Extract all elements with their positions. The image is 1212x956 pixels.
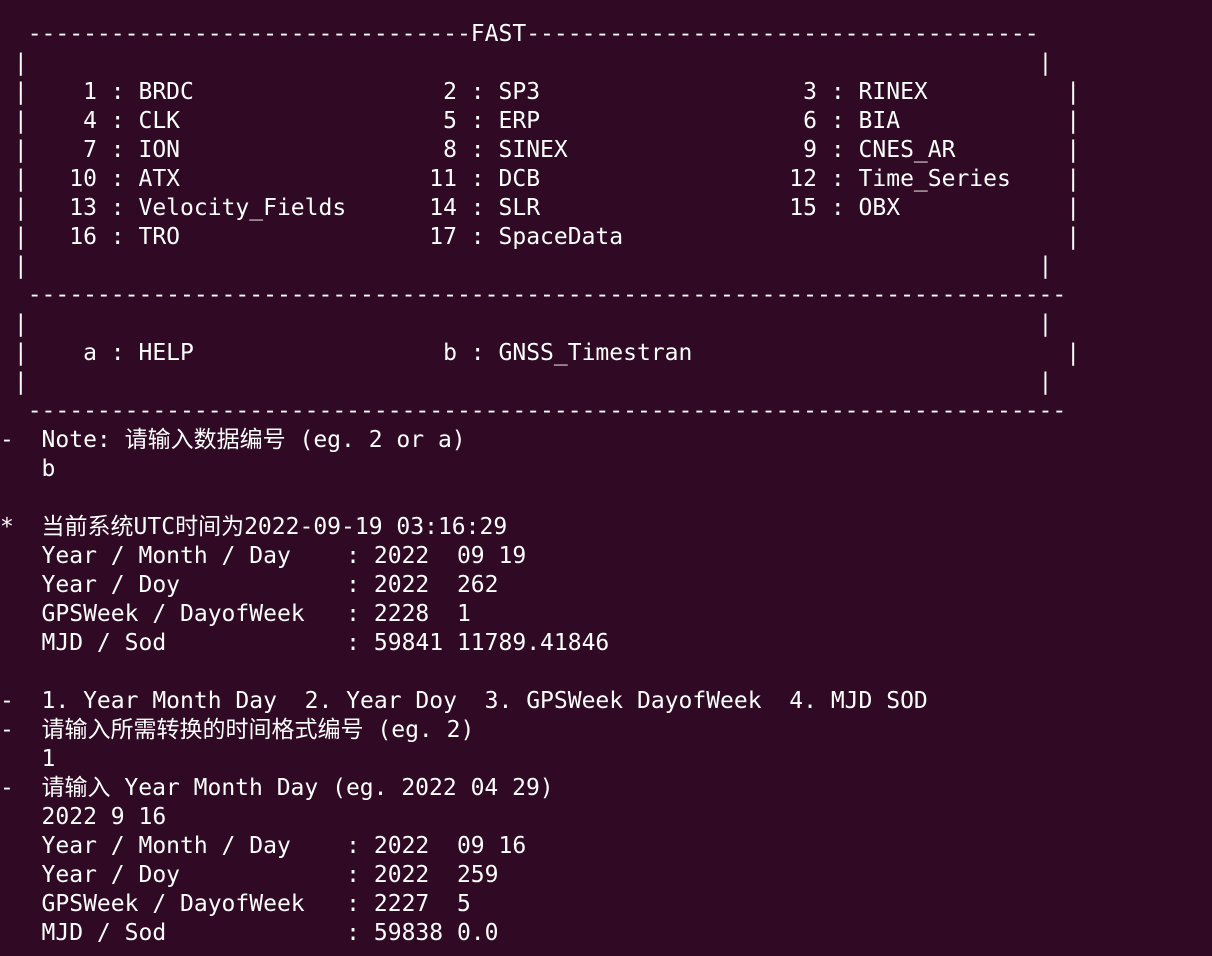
menu-tools-row: | a : HELP b : GNSS_Timestran | (0, 340, 1081, 366)
result-year-doy: Year / Doy : 2022 259 (0, 862, 499, 888)
menu-row-2: | 4 : CLK 5 : ERP 6 : BIA | (0, 108, 1081, 134)
menu-blank-row: | | (0, 369, 1053, 395)
user-input-date: 2022 9 16 (0, 804, 167, 830)
prompt-format: - 请输入所需转换的时间格式编号 (eg. 2) (0, 717, 475, 743)
prompt-ymd: - 请输入 Year Month Day (eg. 2022 04 29) (0, 775, 554, 801)
now-gpsweek-dow: GPSWeek / DayofWeek : 2228 1 (0, 601, 471, 627)
now-year-month-day: Year / Month / Day : 2022 09 19 (0, 543, 527, 569)
menu-top-border: --------------------------------FAST----… (0, 21, 1039, 47)
result-mjd-sod: MJD / Sod : 59838 0.0 (0, 920, 499, 946)
menu-row-4: | 10 : ATX 11 : DCB 12 : Time_Series | (0, 166, 1081, 192)
now-year-doy: Year / Doy : 2022 262 (0, 572, 499, 598)
terminal-window[interactable]: --------------------------------FAST----… (0, 0, 1212, 956)
menu-row-1: | 1 : BRDC 2 : SP3 3 : RINEX | (0, 79, 1081, 105)
menu-blank-row: | | (0, 311, 1053, 337)
menu-row-5: | 13 : Velocity_Fields 14 : SLR 15 : OBX… (0, 195, 1081, 221)
menu-blank-row: | | (0, 253, 1053, 279)
result-gpsweek-dow: GPSWeek / DayofWeek : 2227 5 (0, 891, 471, 917)
menu-row-3: | 7 : ION 8 : SINEX 9 : CNES_AR | (0, 137, 1081, 163)
menu-separator: ----------------------------------------… (0, 282, 1067, 308)
prompt-note: - Note: 请输入数据编号 (eg. 2 or a) (0, 427, 466, 453)
menu-row-6: | 16 : TRO 17 : SpaceData | (0, 224, 1081, 250)
result-year-month-day: Year / Month / Day : 2022 09 16 (0, 833, 527, 859)
user-input-choice: b (0, 456, 56, 482)
menu-blank-row: | | (0, 50, 1053, 76)
now-mjd-sod: MJD / Sod : 59841 11789.41846 (0, 630, 610, 656)
current-utc-line: * 当前系统UTC时间为2022-09-19 03:16:29 (0, 514, 508, 540)
user-input-format: 1 (0, 746, 56, 772)
format-options: - 1. Year Month Day 2. Year Doy 3. GPSWe… (0, 688, 928, 714)
menu-bottom-border: ----------------------------------------… (0, 398, 1067, 424)
